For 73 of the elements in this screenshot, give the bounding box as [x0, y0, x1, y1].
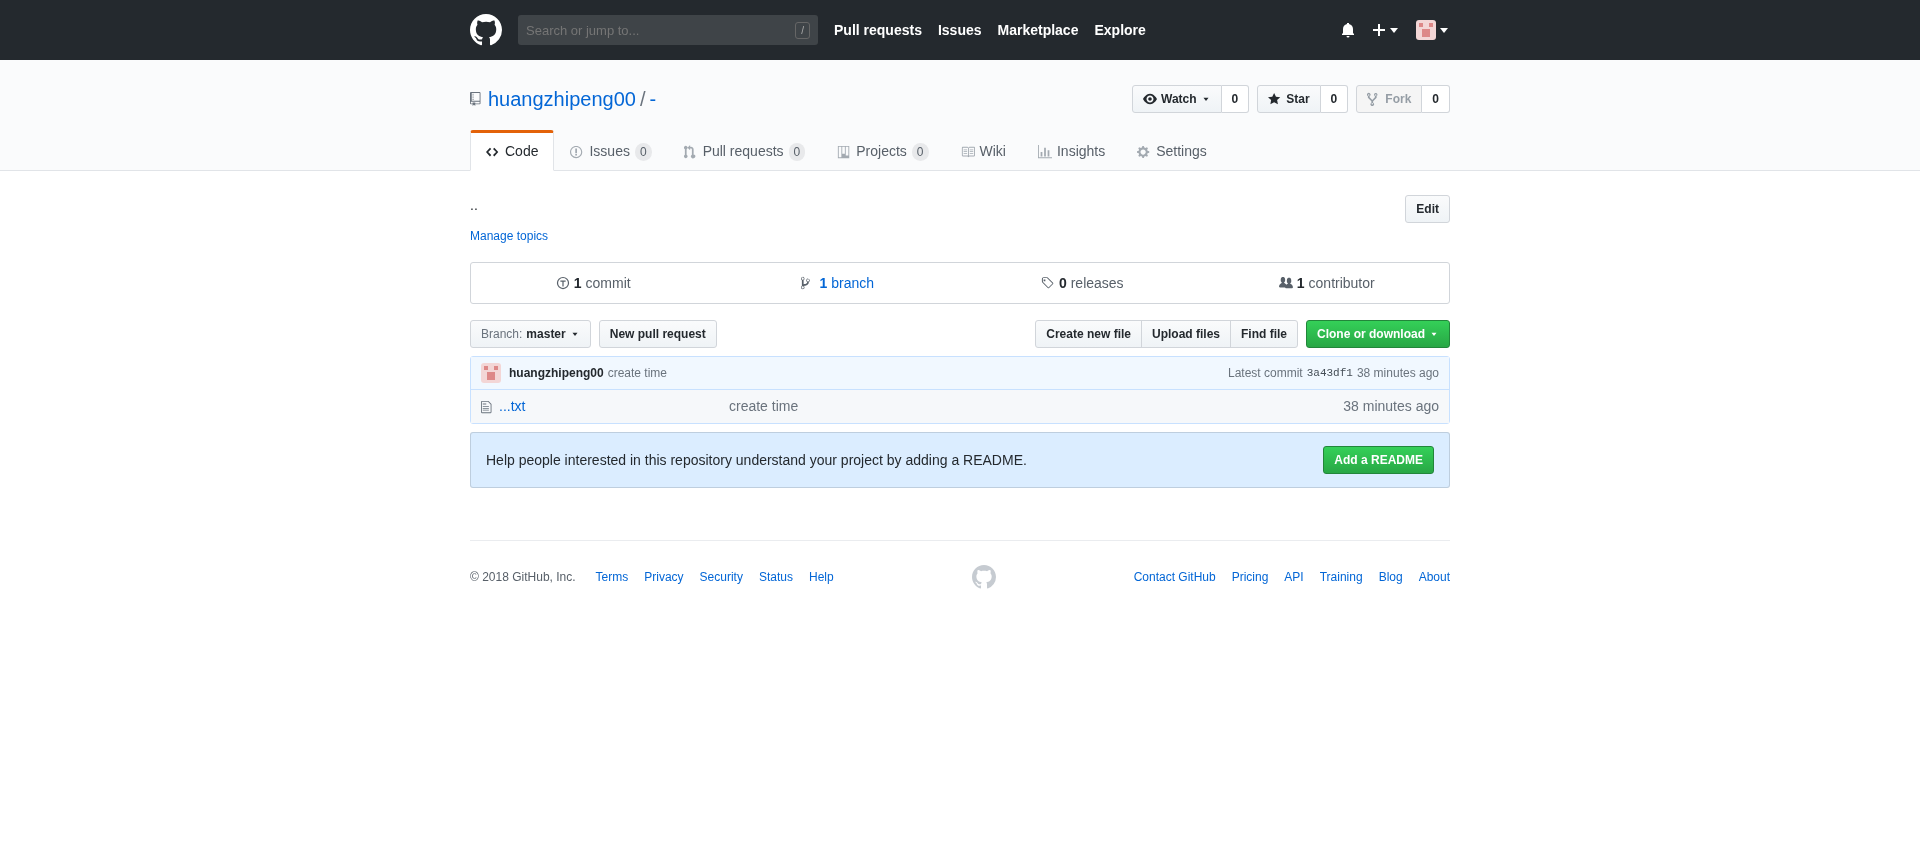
graph-icon — [1037, 144, 1052, 159]
nav-link[interactable]: Marketplace — [997, 19, 1079, 41]
repo-action-button[interactable]: Watch — [1132, 85, 1222, 113]
pull-request-icon — [683, 144, 698, 159]
logo-icon[interactable] — [470, 14, 502, 46]
file-action-button[interactable]: Upload files — [1141, 320, 1231, 348]
path-separator: / — [639, 87, 646, 112]
footer-link[interactable]: Contact GitHub — [1133, 568, 1216, 586]
repo-action-button[interactable]: Star — [1257, 85, 1321, 113]
footer-link[interactable]: Blog — [1378, 568, 1403, 586]
nav-link[interactable]: Issues — [937, 19, 982, 41]
star-icon — [1268, 92, 1283, 106]
footer-link[interactable]: API — [1284, 568, 1304, 586]
footer-link[interactable]: Help — [808, 568, 834, 586]
commit-time: 38 minutes ago — [1356, 365, 1439, 382]
nav-link[interactable]: Pull requests — [834, 19, 922, 41]
history-icon — [555, 276, 570, 290]
file-name-link[interactable]: ...txt — [499, 396, 729, 417]
repo-name-link[interactable]: - — [649, 84, 657, 114]
repo-icon — [470, 91, 484, 107]
commit-sha-link[interactable]: 3a43df1 — [1306, 364, 1353, 382]
summary-stat: 0 releases — [1040, 272, 1124, 294]
new-pull-request-button[interactable]: New pull request — [598, 320, 717, 348]
shortcut-hint: / — [795, 21, 810, 39]
file-icon — [481, 398, 495, 415]
footer-link[interactable]: Pricing — [1231, 568, 1269, 586]
repo-description: .. — [470, 196, 478, 215]
nav-link[interactable]: Explore — [1094, 19, 1146, 41]
footer-link[interactable]: About — [1418, 568, 1450, 586]
file-action-button[interactable]: Create new file — [1035, 320, 1142, 348]
repo-tab[interactable]: Settings — [1121, 130, 1223, 171]
footer-link[interactable]: Status — [758, 568, 793, 586]
repo-tab[interactable]: Issues 0 — [554, 130, 668, 171]
counter: 0 — [1320, 85, 1349, 113]
counter: 0 — [1422, 85, 1450, 113]
commit-author-link[interactable]: huangzhipeng00 — [509, 364, 604, 382]
edit-button[interactable]: Edit — [1405, 195, 1450, 223]
avatar-menu-icon[interactable] — [1416, 20, 1450, 40]
repo-tab[interactable]: Wiki — [944, 130, 1022, 171]
counter: 0 — [1221, 85, 1250, 113]
footer-link[interactable]: Training — [1319, 568, 1363, 586]
repo-tab[interactable]: Pull requests 0 — [667, 130, 822, 171]
commit-message: create time — [607, 365, 668, 382]
tag-icon — [1040, 276, 1055, 290]
footer-link[interactable]: Security — [699, 568, 743, 586]
copyright-text: © 2018 GitHub, Inc. — [470, 569, 576, 586]
repo-tab[interactable]: Projects 0 — [821, 130, 945, 171]
eye-icon — [1143, 92, 1157, 106]
counter: 0 — [788, 142, 806, 161]
summary-stat: 1 commit — [555, 272, 631, 294]
repo-owner-link[interactable]: huangzhipeng00 — [488, 84, 636, 114]
repo-tab[interactable]: Code — [470, 130, 555, 171]
latest-commit-label: Latest commit — [1228, 365, 1303, 382]
book-icon — [960, 144, 975, 159]
people-icon — [1278, 276, 1293, 290]
footer-link[interactable]: Terms — [595, 568, 629, 586]
bell-icon[interactable] — [1340, 22, 1356, 38]
repo-tab[interactable]: Insights — [1021, 130, 1122, 171]
file-action-button[interactable]: Find file — [1230, 320, 1298, 348]
footer-link[interactable]: Privacy — [644, 568, 684, 586]
gear-icon — [1137, 144, 1152, 159]
summary-stat[interactable]: 1 branch — [801, 272, 875, 294]
readme-notice-text: Help people interested in this repository understand your project by adding a README. — [486, 450, 1027, 470]
new-menu-icon[interactable] — [1372, 22, 1400, 38]
branch-select-button[interactable]: Branch: master — [470, 320, 591, 348]
issue-icon — [570, 144, 585, 159]
file-age: 38 minutes ago — [1343, 397, 1439, 416]
counter: 0 — [911, 142, 929, 161]
project-icon — [837, 144, 852, 159]
summary-stat: 1 contributor — [1278, 272, 1375, 294]
file-commit-message: create time — [729, 397, 799, 416]
manage-topics-link[interactable]: Manage topics — [470, 227, 549, 245]
counter: 0 — [634, 142, 652, 161]
